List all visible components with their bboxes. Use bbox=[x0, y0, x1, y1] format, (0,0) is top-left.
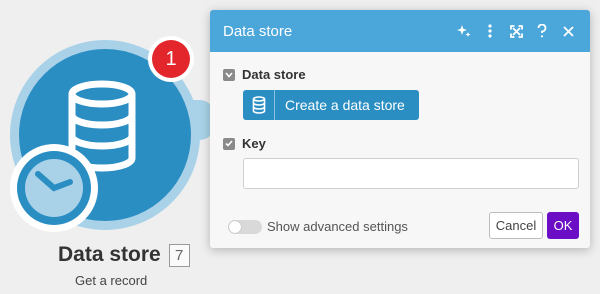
cancel-button[interactable]: Cancel bbox=[489, 212, 543, 239]
toggle-knob bbox=[229, 221, 241, 233]
module-subtitle: Get a record bbox=[75, 273, 148, 288]
chevron-down-icon[interactable] bbox=[223, 68, 235, 81]
advanced-settings-toggle[interactable] bbox=[228, 220, 262, 234]
notification-badge[interactable]: 1 bbox=[148, 36, 194, 82]
data-store-label: Data store bbox=[242, 67, 306, 82]
dialog-header: Data store bbox=[210, 10, 590, 52]
advanced-settings-label[interactable]: Show advanced settings bbox=[267, 219, 408, 234]
database-icon bbox=[243, 90, 275, 120]
data-store-section-header[interactable]: Data store bbox=[223, 67, 306, 82]
more-vertical-icon[interactable] bbox=[478, 19, 502, 43]
key-label: Key bbox=[242, 136, 266, 151]
create-data-store-button[interactable]: Create a data store bbox=[243, 90, 419, 120]
key-input[interactable] bbox=[243, 158, 579, 189]
expand-icon[interactable] bbox=[504, 19, 528, 43]
ok-button[interactable]: OK bbox=[547, 212, 579, 239]
module-title: Data store 7 bbox=[58, 243, 190, 267]
close-icon[interactable] bbox=[556, 19, 580, 43]
module-settings-dialog: Data store Data store Create a data stor… bbox=[210, 10, 590, 248]
module-name: Data store bbox=[58, 243, 161, 266]
create-data-store-label: Create a data store bbox=[285, 97, 405, 113]
checkbox-icon[interactable] bbox=[223, 137, 235, 150]
dialog-title: Data store bbox=[223, 22, 293, 40]
scenario-canvas: 1 Data store 7 Get a record Data store D… bbox=[0, 0, 600, 294]
notification-count: 1 bbox=[152, 40, 190, 78]
module-id-badge: 7 bbox=[168, 243, 190, 267]
help-icon[interactable] bbox=[530, 19, 554, 43]
clock-icon bbox=[10, 144, 98, 232]
ai-sparkle-icon[interactable] bbox=[452, 19, 476, 43]
key-section-header[interactable]: Key bbox=[223, 136, 266, 151]
